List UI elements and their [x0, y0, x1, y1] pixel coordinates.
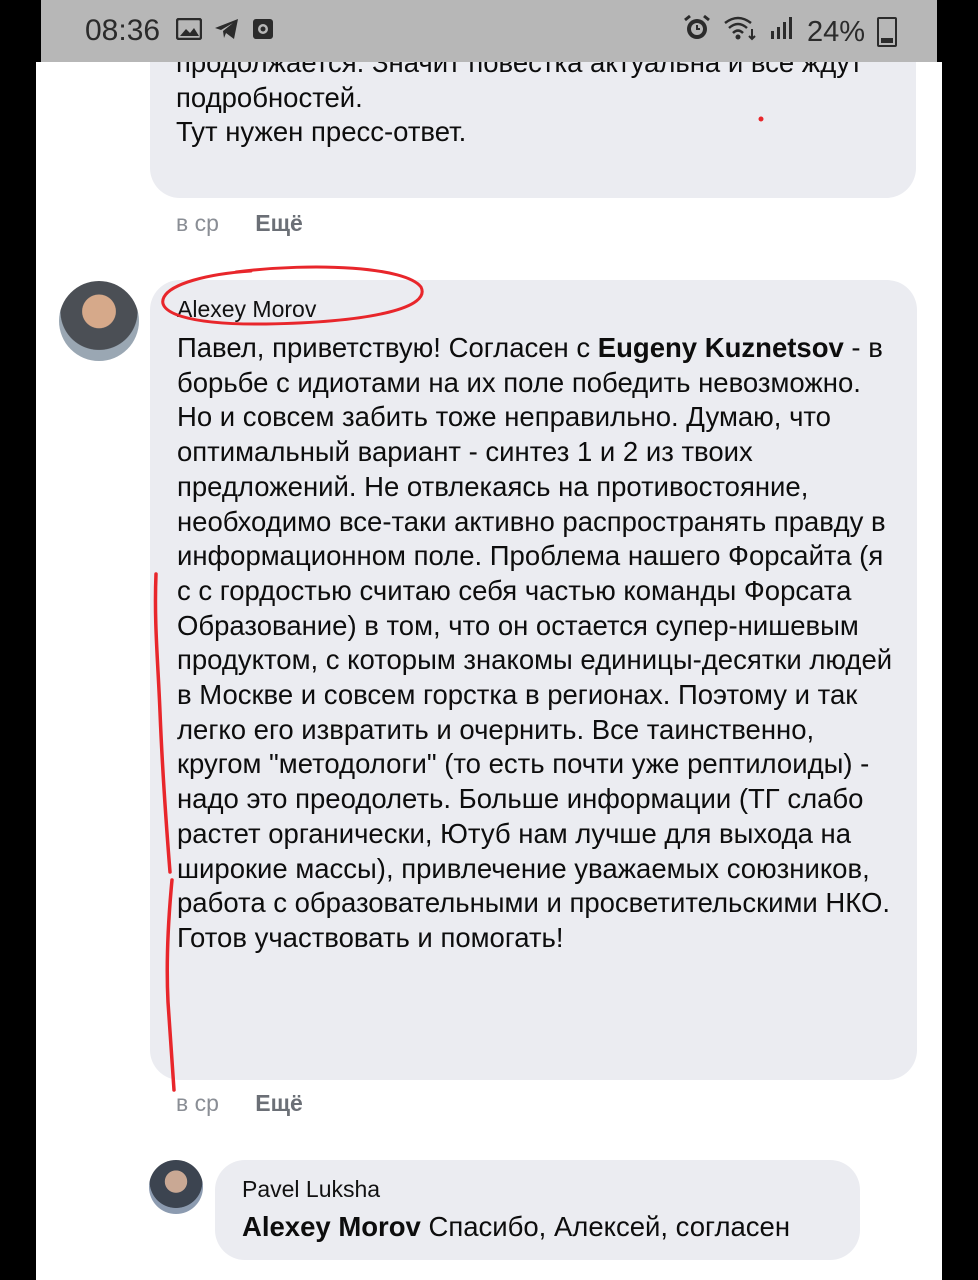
comment-author[interactable]: Alexey Morov: [177, 296, 316, 323]
comment-meta: в ср Ещё: [176, 210, 303, 237]
status-bar: 08:36 24%: [41, 0, 937, 62]
signal-icon: [769, 15, 795, 49]
battery-icon: [877, 17, 897, 47]
comment-text: Павел, приветствую! Согласен с Eugeny Ku…: [177, 332, 900, 953]
avatar[interactable]: [59, 281, 139, 361]
comment-meta: в ср Ещё: [176, 1090, 303, 1117]
comment-bubble: продолжается. Значит повестка актуальна …: [150, 62, 916, 198]
record-icon: [252, 18, 274, 46]
mention-link[interactable]: Alexey Morov: [242, 1211, 421, 1242]
reply-bubble: Pavel Luksha Alexey Morov Спасибо, Алекс…: [215, 1160, 860, 1260]
comment-bubble: Alexey Morov Павел, приветствую! Согласе…: [150, 280, 917, 1080]
comment-text: Alexey Morov Спасибо, Алексей, согласен: [242, 1211, 791, 1242]
more-button[interactable]: Ещё: [255, 1090, 303, 1116]
comment-time: в ср: [176, 1090, 219, 1116]
status-time: 08:36: [85, 14, 161, 47]
comments-screen: продолжается. Значит повестка актуальна …: [36, 62, 942, 1280]
more-button[interactable]: Ещё: [255, 210, 303, 236]
mention-link[interactable]: Eugeny Kuznetsov: [598, 332, 844, 363]
wifi-icon: [723, 15, 757, 49]
alarm-icon: [683, 14, 711, 50]
telegram-icon: [214, 18, 240, 46]
avatar[interactable]: [149, 1160, 203, 1214]
comment-time: в ср: [176, 210, 219, 236]
gallery-icon: [175, 17, 203, 46]
battery-level: 24%: [806, 15, 865, 48]
comment-text: продолжается. Значит повестка актуальна …: [176, 62, 863, 148]
comment-author[interactable]: Pavel Luksha: [242, 1176, 380, 1203]
